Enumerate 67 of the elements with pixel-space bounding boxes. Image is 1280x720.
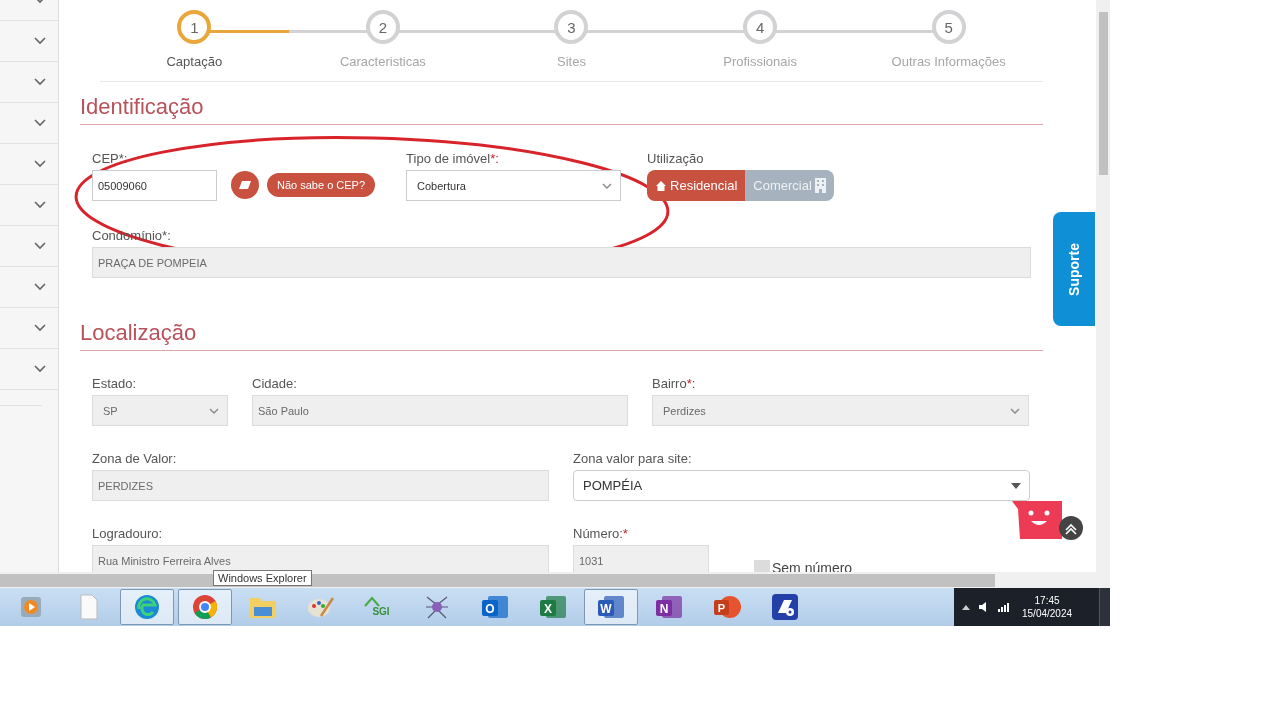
chevron-down-icon[interactable]	[34, 365, 46, 373]
field-label: Tipo de imóvel*:	[406, 151, 500, 166]
taskbar-button[interactable]: O	[468, 589, 522, 625]
step-circle[interactable]: 2	[365, 10, 400, 44]
step-circle[interactable]: 5	[931, 10, 966, 44]
scroll-top-button[interactable]	[1059, 516, 1083, 540]
step-label: Caracteristicas	[339, 54, 426, 69]
step-label: Outras Informações	[891, 54, 1006, 69]
chatbot-icon[interactable]	[1012, 501, 1062, 539]
tray-arrow-icon[interactable]	[962, 604, 970, 610]
usage-toggle[interactable]: Residencial	[647, 170, 746, 201]
field-label: Cidade:	[252, 376, 298, 391]
step-circle[interactable]: 1	[177, 10, 212, 44]
house-icon	[655, 179, 668, 192]
section-title: Localização	[80, 308, 1043, 351]
field-label: Número:*	[573, 526, 629, 541]
support-tab[interactable]: Suporte	[1053, 212, 1095, 326]
field-label: Utilização	[647, 151, 705, 166]
field-label: CEP*:	[92, 151, 129, 166]
chevron-down-icon[interactable]	[34, 283, 46, 291]
field-label: Estado:	[92, 376, 138, 391]
browser-icon	[191, 593, 219, 621]
caret-icon	[209, 407, 219, 414]
horizontal-scrollbar[interactable]	[0, 572, 1110, 588]
caret-icon	[1010, 407, 1020, 414]
chevron-down-icon[interactable]	[34, 242, 46, 250]
step-circle[interactable]: 4	[743, 10, 778, 44]
clock[interactable]: 17:45 15/04/2024	[1022, 594, 1073, 620]
tooltip: Windows Explorer	[213, 570, 312, 586]
field-label: Zona valor para site:	[573, 451, 693, 466]
chevron-down-icon[interactable]	[34, 119, 46, 127]
taskbar-button[interactable]: SGI	[352, 589, 406, 625]
field-label: Bairro*:	[652, 376, 697, 391]
chevron-down-icon[interactable]	[34, 37, 46, 45]
caret-icon	[602, 182, 613, 189]
caret-icon	[1011, 482, 1021, 489]
step-label: Sites	[557, 54, 586, 69]
taskbar-button[interactable]: W	[584, 589, 638, 625]
taskbar-button[interactable]	[178, 589, 232, 625]
vertical-scrollbar[interactable]	[1096, 0, 1110, 572]
input-field[interactable]: 05009060	[92, 170, 217, 201]
select-field[interactable]: Cobertura	[406, 170, 622, 201]
building-icon	[814, 178, 826, 193]
eraser-icon	[238, 180, 252, 190]
step-label: Profissionais	[723, 54, 797, 69]
chevron-down-icon[interactable]	[34, 78, 46, 86]
select-field[interactable]: POMPÉIA	[573, 470, 1030, 501]
checkbox[interactable]	[754, 560, 770, 572]
play-icon	[19, 595, 43, 619]
cep-help-button[interactable]: Não sabe o CEP?	[267, 173, 376, 197]
step-label: Captação	[166, 54, 223, 69]
chevron-down-icon[interactable]	[34, 324, 46, 332]
field-label: Logradouro:	[92, 526, 164, 541]
step-circle[interactable]: 3	[554, 10, 589, 44]
field-label: Zona de Valor:	[92, 451, 178, 466]
taskbar-button[interactable]: P	[700, 589, 754, 625]
input-field[interactable]: PRAÇA DE POMPEIA	[92, 247, 1031, 278]
signal-icon[interactable]	[998, 602, 1010, 612]
browser-icon	[133, 593, 161, 621]
taskbar-button[interactable]: N	[642, 589, 696, 625]
chevron-down-icon[interactable]	[34, 160, 46, 168]
document-icon	[79, 594, 99, 620]
taskbar-button[interactable]: X	[526, 589, 580, 625]
chevron-down-icon[interactable]	[34, 201, 46, 209]
show-desktop-button[interactable]	[1099, 588, 1110, 626]
eraser-button[interactable]	[231, 171, 259, 199]
section-title: Identificação	[80, 82, 1043, 125]
